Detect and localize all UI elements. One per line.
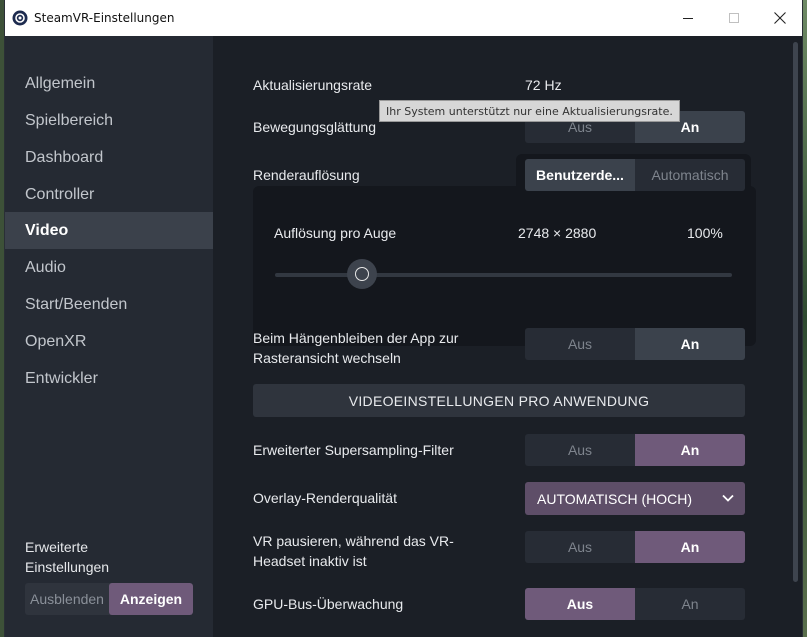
hang-grid-view-on[interactable]: An (635, 328, 745, 360)
motion-smoothing-label: Bewegungsglättung (253, 119, 376, 135)
gpu-bus-monitoring-off[interactable]: Aus (525, 588, 635, 620)
supersampling-label: Erweiterter Supersampling-Filter (253, 442, 454, 458)
advanced-show-option[interactable]: Anzeigen (109, 583, 193, 615)
resolution-slider-thumb[interactable] (347, 259, 377, 289)
pause-vr-toggle: Aus An (525, 531, 745, 563)
resolution-per-eye-label: Auflösung pro Auge (274, 225, 397, 241)
refresh-rate-tooltip: Ihr System unterstützt nur eine Aktualis… (379, 100, 680, 122)
gpu-bus-monitoring-on[interactable]: An (635, 588, 745, 620)
chevron-down-icon (722, 494, 734, 502)
resolution-per-eye-panel (253, 186, 756, 346)
hang-grid-view-label: Beim Hängenbleiben der App zur Rasterans… (253, 330, 459, 366)
sidebar-item-spielbereich[interactable]: Spielbereich (5, 102, 213, 139)
sidebar-item-video[interactable]: Video (5, 212, 213, 249)
close-button[interactable] (757, 0, 803, 36)
sidebar-item-openxr[interactable]: OpenXR (5, 323, 213, 360)
resolution-percent: 100% (687, 225, 723, 241)
supersampling-off[interactable]: Aus (525, 434, 635, 466)
advanced-settings-label: Erweiterte Einstellungen (25, 539, 110, 575)
steamvr-icon (12, 10, 28, 26)
per-app-video-settings-button[interactable]: VIDEOEINSTELLUNGEN PRO ANWENDUNG (253, 384, 745, 417)
refresh-rate-label: Aktualisierungsrate (253, 77, 373, 93)
supersampling-on[interactable]: An (635, 434, 745, 466)
title-bar: SteamVR-Einstellungen (5, 0, 802, 36)
overlay-quality-label: Overlay-Renderqualität (253, 490, 397, 506)
overlay-quality-dropdown[interactable]: AUTOMATISCH (HOCH) (525, 482, 745, 515)
sidebar-item-allgemein[interactable]: Allgemein (5, 65, 213, 102)
scrollbar-thumb[interactable] (793, 42, 798, 582)
hang-grid-view-off[interactable]: Aus (525, 328, 635, 360)
minimize-icon (682, 17, 693, 19)
gpu-bus-monitoring-label: GPU-Bus-Überwachung (253, 596, 404, 612)
sidebar-item-dashboard[interactable]: Dashboard (5, 139, 213, 176)
maximize-button[interactable] (711, 0, 757, 36)
gpu-bus-monitoring-toggle: Aus An (525, 588, 745, 620)
pause-vr-on[interactable]: An (635, 531, 745, 563)
overlay-quality-value: AUTOMATISCH (HOCH) (537, 490, 693, 507)
sidebar-item-controller[interactable]: Controller (5, 176, 213, 213)
sidebar-item-entwickler[interactable]: Entwickler (5, 360, 213, 397)
sidebar-item-audio[interactable]: Audio (5, 249, 213, 286)
advanced-hide-option[interactable]: Ausblenden (25, 583, 109, 615)
maximize-icon (728, 12, 739, 23)
pause-vr-label: VR pausieren, während das VR-Headset ina… (253, 533, 454, 569)
render-resolution-label: Renderauflösung (253, 167, 360, 183)
resolution-per-eye-value: 2748 × 2880 (518, 225, 597, 241)
sidebar-item-start-beenden[interactable]: Start/Beenden (5, 286, 213, 323)
refresh-rate-value: 72 Hz (525, 77, 562, 93)
settings-window: SteamVR-Einstellungen Allgemein Spielber… (4, 0, 803, 637)
content-scrollbar[interactable] (790, 36, 802, 637)
pause-vr-off[interactable]: Aus (525, 531, 635, 563)
close-icon (774, 12, 786, 24)
supersampling-toggle: Aus An (525, 434, 745, 466)
hang-grid-view-toggle: Aus An (525, 328, 745, 360)
render-auto-option[interactable]: Automatisch (635, 159, 745, 191)
minimize-button[interactable] (665, 0, 711, 36)
video-settings-panel: Aktualisierungsrate 72 Hz Bewegungsglätt… (213, 36, 790, 637)
advanced-settings-toggle: Ausblenden Anzeigen (25, 583, 193, 615)
resolution-slider-track[interactable] (275, 273, 732, 277)
window-title: SteamVR-Einstellungen (34, 11, 175, 25)
slider-handle-icon (355, 267, 369, 281)
render-custom-option[interactable]: Benutzerde... (525, 159, 635, 191)
sidebar: Allgemein Spielbereich Dashboard Control… (5, 36, 213, 637)
